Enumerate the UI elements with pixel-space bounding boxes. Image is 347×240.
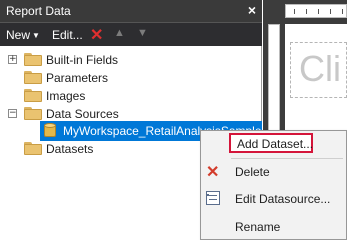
textbox-placeholder-text: Cli <box>299 48 341 89</box>
tree-item-label: Parameters <box>46 71 109 85</box>
menu-item-edit-datasource[interactable]: Edit Datasource... <box>201 187 347 211</box>
horizontal-ruler <box>285 4 347 18</box>
new-button[interactable]: New ▼ <box>6 28 40 42</box>
folder-icon <box>24 89 42 102</box>
database-icon <box>44 123 56 138</box>
panel-toolbar: New ▼ Edit... ✕ ▲ ▼ <box>0 22 262 46</box>
menu-item-delete[interactable]: ✕ Delete <box>201 160 347 184</box>
menu-item-label: Delete <box>235 165 270 179</box>
menu-item-label: Add Dataset... <box>237 137 314 151</box>
arrow-down-icon[interactable]: ▼ <box>137 27 148 39</box>
chevron-down-icon: ▼ <box>32 31 40 40</box>
folder-icon <box>24 107 42 120</box>
collapse-icon[interactable]: − <box>8 109 17 118</box>
context-menu: Add Dataset... ✕ Delete Edit Datasource.… <box>200 130 347 240</box>
menu-item-add-dataset[interactable]: Add Dataset... <box>201 132 347 156</box>
tree-item-label: Images <box>46 89 86 103</box>
panel-title-bar: Report Data × <box>0 0 262 22</box>
edit-properties-icon <box>206 191 220 205</box>
new-button-label: New <box>6 28 31 42</box>
tree-item-label: Built-in Fields <box>46 53 119 67</box>
report-title-textbox[interactable]: Cli <box>290 42 347 98</box>
arrow-up-icon[interactable]: ▲ <box>114 27 125 39</box>
menu-item-label: Rename <box>235 220 281 234</box>
delete-x-icon[interactable]: ✕ <box>90 25 103 45</box>
menu-separator <box>231 158 343 159</box>
delete-x-icon: ✕ <box>206 164 220 181</box>
tree-item-built-in-fields[interactable]: + Built-in Fields <box>0 50 262 70</box>
edit-button[interactable]: Edit... <box>52 28 83 42</box>
expand-icon[interactable]: + <box>8 55 17 64</box>
folder-icon <box>24 53 42 66</box>
folder-icon <box>24 142 42 155</box>
tree-item-images[interactable]: Images <box>0 86 262 106</box>
tree-item-parameters[interactable]: Parameters <box>0 68 262 88</box>
menu-item-rename[interactable]: Rename <box>201 215 347 239</box>
tree-item-label: Data Sources <box>46 107 119 121</box>
folder-icon <box>24 71 42 84</box>
tree-item-label: Datasets <box>46 142 94 156</box>
panel-title: Report Data <box>6 4 71 18</box>
menu-item-label: Edit Datasource... <box>235 192 331 206</box>
close-icon[interactable]: × <box>248 2 256 18</box>
